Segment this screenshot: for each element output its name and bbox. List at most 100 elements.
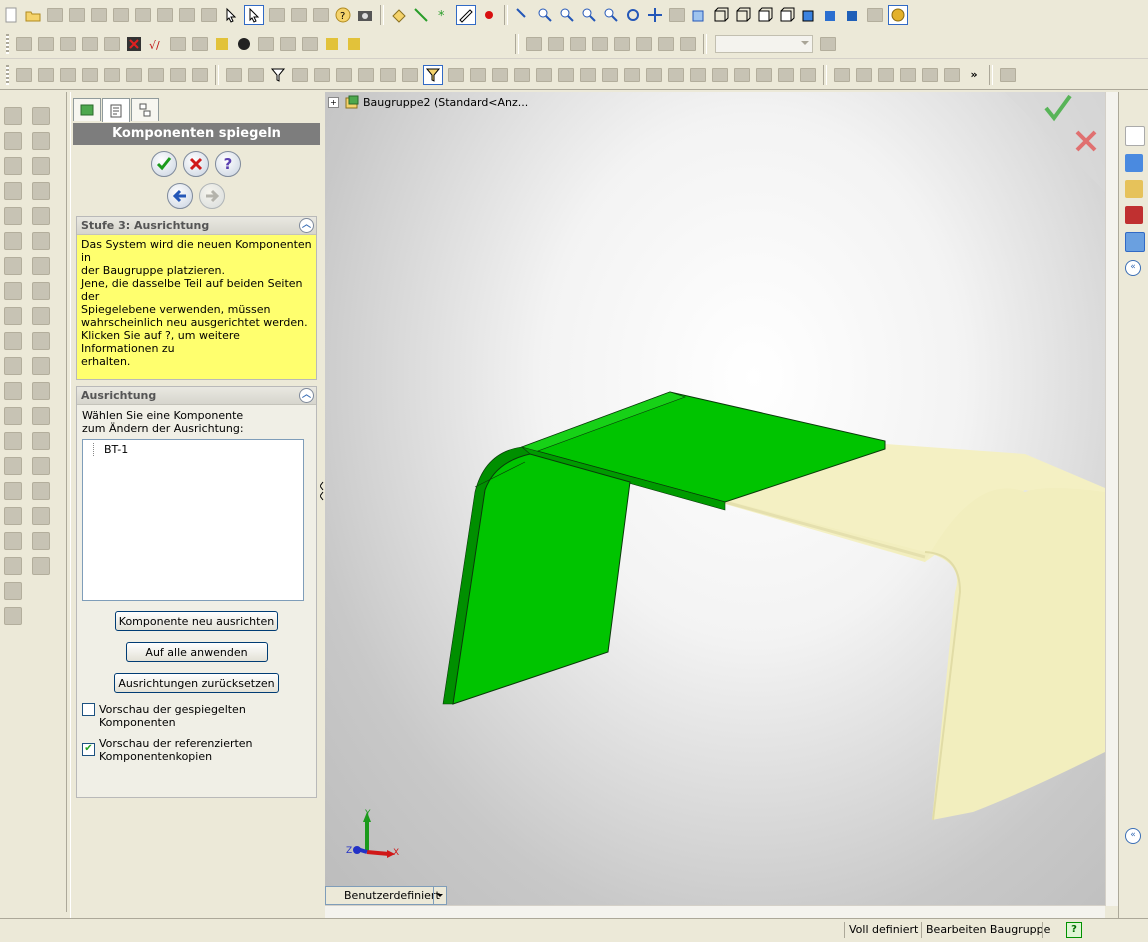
filter-2-icon[interactable]: [247, 66, 265, 84]
w16-icon[interactable]: [32, 482, 50, 500]
ok-button[interactable]: [151, 151, 177, 177]
v19-icon[interactable]: [4, 557, 22, 575]
tool-4-icon[interactable]: [235, 35, 253, 53]
cut-icon[interactable]: [112, 6, 130, 24]
v16-icon[interactable]: [4, 482, 22, 500]
anim-4-icon[interactable]: [591, 35, 609, 53]
filter-19-icon[interactable]: [645, 66, 663, 84]
chevron-down-icon[interactable]: [433, 887, 446, 904]
w13-icon[interactable]: [32, 407, 50, 425]
play-icon[interactable]: [15, 35, 33, 53]
hidden-lines-visible-icon[interactable]: [734, 6, 752, 24]
point-icon[interactable]: *: [434, 6, 452, 24]
filter-22-icon[interactable]: [711, 66, 729, 84]
v6-icon[interactable]: [4, 232, 22, 250]
anim-7-icon[interactable]: [657, 35, 675, 53]
checkbox-checked[interactable]: ✔: [82, 743, 95, 756]
misc-2-icon[interactable]: [855, 66, 873, 84]
v4-icon[interactable]: [4, 182, 22, 200]
step-group-header[interactable]: Stufe 3: Ausrichtung ︿: [77, 217, 316, 235]
record-icon[interactable]: [480, 6, 498, 24]
shadows-icon[interactable]: [844, 6, 862, 24]
zoom-fit-icon[interactable]: [536, 6, 554, 24]
options-icon[interactable]: [312, 6, 330, 24]
model-view[interactable]: [325, 92, 1105, 906]
view-select[interactable]: Benutzerdefiniert: [325, 886, 447, 905]
w15-icon[interactable]: [32, 457, 50, 475]
filter-6-icon[interactable]: [335, 66, 353, 84]
expand-pane-icon[interactable]: «: [1125, 260, 1141, 276]
v12-icon[interactable]: [4, 382, 22, 400]
filter-25-icon[interactable]: [777, 66, 795, 84]
combo-action-icon[interactable]: [819, 35, 837, 53]
filter-12-icon[interactable]: [491, 66, 509, 84]
feature-manager-tab[interactable]: [73, 98, 101, 121]
filter-20-icon[interactable]: [667, 66, 685, 84]
v3-icon[interactable]: [4, 157, 22, 175]
feature-2-icon[interactable]: [37, 66, 55, 84]
v10-icon[interactable]: [4, 332, 22, 350]
property-manager-tab[interactable]: [102, 98, 130, 122]
w9-icon[interactable]: [32, 307, 50, 325]
filter-21-icon[interactable]: [689, 66, 707, 84]
tool-1-icon[interactable]: [169, 35, 187, 53]
filter-17-icon[interactable]: [601, 66, 619, 84]
mirrored-part-preview[interactable]: [724, 444, 1105, 824]
w8-icon[interactable]: [32, 282, 50, 300]
filter-26-icon[interactable]: [799, 66, 817, 84]
v1-icon[interactable]: [4, 107, 22, 125]
v21-icon[interactable]: [4, 607, 22, 625]
zoom-area-icon[interactable]: [558, 6, 576, 24]
w14-icon[interactable]: [32, 432, 50, 450]
more-chevron-icon[interactable]: »: [965, 66, 983, 84]
anim-1-icon[interactable]: [525, 35, 543, 53]
w6-icon[interactable]: [32, 232, 50, 250]
w11-icon[interactable]: [32, 357, 50, 375]
feature-3-icon[interactable]: [59, 66, 77, 84]
next-button[interactable]: [199, 183, 225, 209]
copy-icon[interactable]: [134, 6, 152, 24]
zoom-in-icon[interactable]: [580, 6, 598, 24]
axis-icon[interactable]: [412, 6, 430, 24]
filter-11-icon[interactable]: [469, 66, 487, 84]
anim-6-icon[interactable]: [635, 35, 653, 53]
plane-icon[interactable]: [390, 6, 408, 24]
shaded-icon[interactable]: [822, 6, 840, 24]
collapse-icon[interactable]: ︿: [299, 388, 314, 403]
filter-1-icon[interactable]: [225, 66, 243, 84]
confirm-ok-icon[interactable]: [1043, 94, 1073, 125]
draft-quality-icon[interactable]: [778, 6, 796, 24]
feature-9-icon[interactable]: [191, 66, 209, 84]
tool-5-icon[interactable]: [257, 35, 275, 53]
misc-5-icon[interactable]: [921, 66, 939, 84]
list-item[interactable]: BT-1: [93, 443, 303, 456]
w12-icon[interactable]: [32, 382, 50, 400]
collapse-pane-icon[interactable]: «: [1125, 828, 1141, 844]
flyout-tree-root[interactable]: + Baugruppe2 (Standard<Anz...: [328, 94, 528, 110]
v13-icon[interactable]: [4, 407, 22, 425]
feature-7-icon[interactable]: [147, 66, 165, 84]
undo-icon[interactable]: [178, 6, 196, 24]
v2-icon[interactable]: [4, 132, 22, 150]
filter-4-icon[interactable]: [291, 66, 309, 84]
sketch-icon[interactable]: [456, 4, 476, 25]
stop-red-icon[interactable]: [125, 35, 143, 53]
tool-6-icon[interactable]: [279, 35, 297, 53]
pan-icon[interactable]: [646, 6, 664, 24]
w18-icon[interactable]: [32, 532, 50, 550]
filter-16-icon[interactable]: [579, 66, 597, 84]
anim-3-icon[interactable]: [569, 35, 587, 53]
feature-5-icon[interactable]: [103, 66, 121, 84]
splitter-handle[interactable]: [319, 480, 324, 504]
graphics-area[interactable]: + Baugruppe2 (Standard<Anz... Y X Z: [325, 92, 1105, 906]
print-preview-icon[interactable]: [90, 6, 108, 24]
v17-icon[interactable]: [4, 507, 22, 525]
filter-15-icon[interactable]: [557, 66, 575, 84]
select-cursor-icon[interactable]: [222, 6, 240, 24]
back-button[interactable]: [167, 183, 193, 209]
standard-views-icon[interactable]: [690, 6, 708, 24]
reorient-component-button[interactable]: Komponente neu ausrichten: [114, 611, 279, 631]
v7-icon[interactable]: [4, 257, 22, 275]
w3-icon[interactable]: [32, 157, 50, 175]
v8-icon[interactable]: [4, 282, 22, 300]
